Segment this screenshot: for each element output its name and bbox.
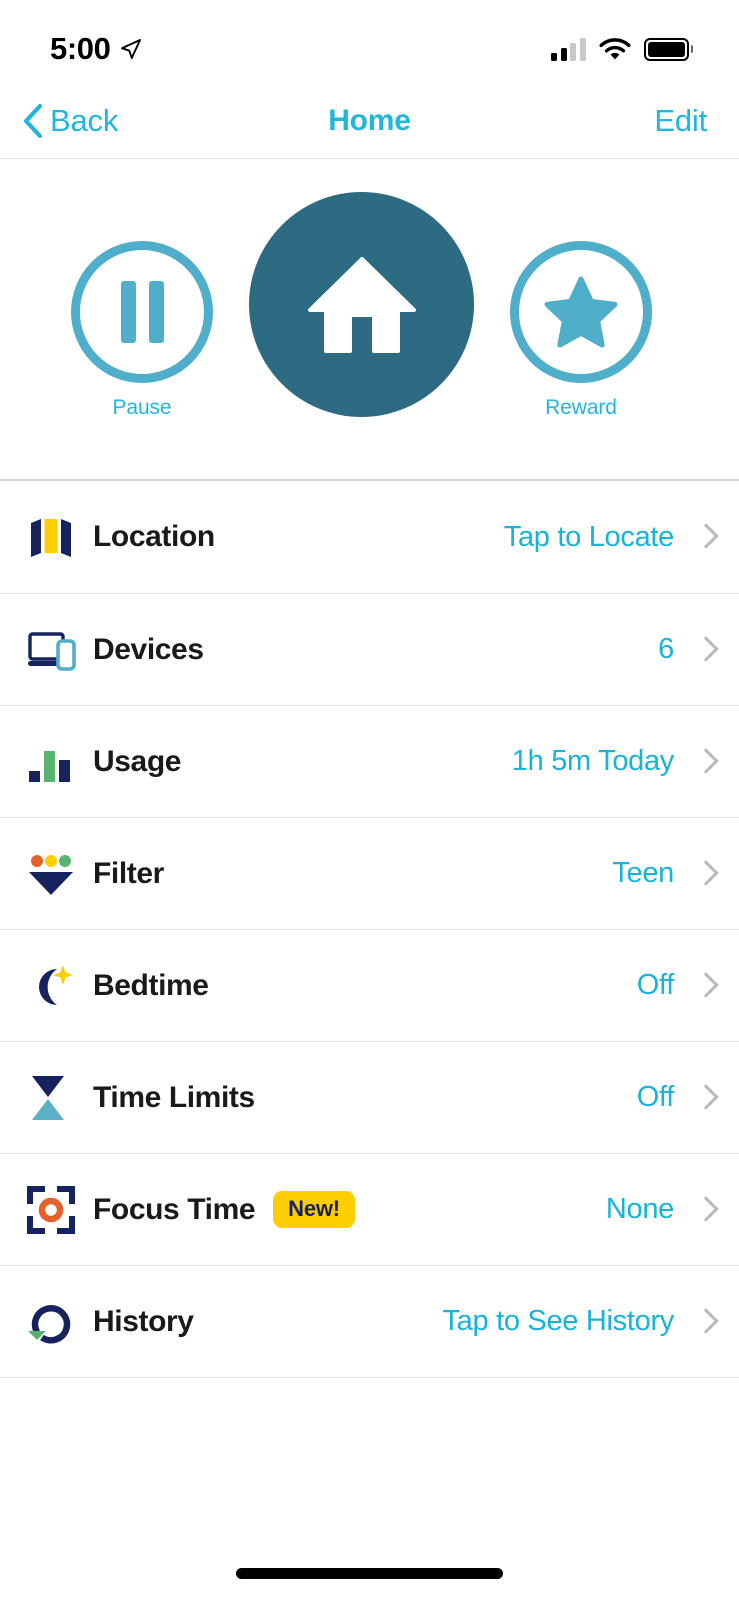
list-item-label: Bedtime — [93, 968, 209, 1002]
list-item-filter[interactable]: Filter Teen — [0, 817, 739, 929]
home-button[interactable] — [249, 192, 474, 417]
app-screen: 5:00 Back Home Edit Pause Reward Locatio… — [0, 0, 739, 1600]
location-arrow-icon — [121, 39, 142, 59]
cellular-signal-icon — [551, 37, 586, 61]
map-icon — [27, 509, 91, 565]
home-icon — [307, 256, 416, 353]
hero-actions: Pause Reward — [0, 159, 739, 481]
home-indicator-bar[interactable] — [236, 1568, 503, 1579]
chevron-right-icon — [696, 523, 712, 551]
status-time: 5:00 — [50, 31, 111, 66]
list-item-devices[interactable]: Devices 6 — [0, 593, 739, 705]
page-title: Home — [328, 104, 411, 137]
list-item-history[interactable]: History Tap to See History — [0, 1265, 739, 1377]
focus-icon — [27, 1182, 91, 1238]
list-item-value: 1h 5m Today — [511, 745, 675, 777]
hourglass-icon — [27, 1070, 91, 1126]
edit-button[interactable]: Edit — [654, 103, 707, 139]
status-bar: 5:00 — [0, 0, 739, 84]
history-icon — [27, 1294, 91, 1350]
list-item-label: History — [93, 1304, 194, 1338]
list-item-value: Off — [636, 1081, 675, 1113]
chevron-left-icon — [23, 103, 43, 139]
status-bar-right — [551, 37, 693, 61]
back-button[interactable]: Back — [22, 102, 118, 140]
list-item-label: Filter — [93, 856, 164, 890]
list-item-label: Usage — [93, 744, 182, 778]
battery-full-icon — [643, 37, 693, 61]
chevron-right-icon — [696, 1308, 712, 1336]
pause-button-circle — [71, 241, 213, 383]
chevron-right-icon — [696, 636, 712, 664]
settings-list: Location Tap to Locate Devices 6 Usage 1… — [0, 481, 739, 1378]
list-item-value: Tap to See History — [442, 1305, 674, 1337]
moon-icon — [27, 958, 91, 1014]
navigation-bar: Back Home Edit — [0, 84, 739, 159]
list-item-value: None — [605, 1193, 674, 1225]
pause-button-label: Pause — [112, 396, 172, 419]
chevron-right-icon — [696, 972, 712, 1000]
list-item-value: Tap to Locate — [503, 520, 675, 553]
status-badge: New! — [273, 1191, 355, 1228]
wifi-icon — [599, 37, 630, 59]
chevron-right-icon — [696, 1084, 712, 1112]
pause-icon — [120, 281, 164, 343]
pause-button[interactable]: Pause — [71, 241, 213, 420]
bar-chart-icon — [27, 734, 91, 790]
list-item-location[interactable]: Location Tap to Locate — [0, 481, 739, 593]
chevron-right-icon — [696, 748, 712, 776]
bottom-spacer — [0, 1378, 739, 1568]
list-item-time-limits[interactable]: Time Limits Off — [0, 1041, 739, 1153]
list-item-label: Focus Time — [93, 1192, 256, 1226]
reward-button-circle — [510, 241, 652, 383]
list-item-label: Devices — [93, 632, 204, 666]
list-item-label: Time Limits — [93, 1080, 255, 1114]
list-item-value: Teen — [612, 857, 674, 889]
list-item-usage[interactable]: Usage 1h 5m Today — [0, 705, 739, 817]
chevron-right-icon — [696, 860, 712, 888]
funnel-icon — [27, 846, 91, 902]
list-item-focus-time[interactable]: Focus Time New! None — [0, 1153, 739, 1265]
reward-button[interactable]: Reward — [510, 241, 652, 420]
list-item-value: Off — [636, 969, 675, 1001]
list-item-label: Location — [93, 520, 215, 553]
devices-icon — [27, 622, 91, 678]
star-icon — [544, 276, 618, 348]
chevron-right-icon — [696, 1196, 712, 1224]
back-button-label: Back — [50, 103, 119, 138]
list-item-bedtime[interactable]: Bedtime Off — [0, 929, 739, 1041]
list-item-value: 6 — [658, 633, 674, 665]
reward-button-label: Reward — [545, 396, 617, 419]
status-bar-left: 5:00 — [50, 31, 143, 67]
